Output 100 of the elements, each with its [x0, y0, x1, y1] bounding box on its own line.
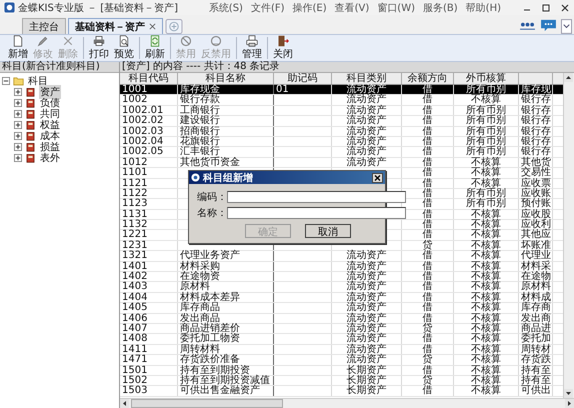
- table-row[interactable]: 1471 存货跌价准备 流动资产 贷 不核算 存货跌: [120, 355, 563, 366]
- column-header[interactable]: 外币核算: [454, 73, 519, 84]
- menu-item[interactable]: 文件(F): [250, 0, 285, 14]
- table-row[interactable]: 1002.02 建设银行 流动资产 借 所有币别 银行存: [120, 116, 563, 127]
- table-row[interactable]: 1403 原材料 流动资产 借 不核算 原材料: [120, 282, 563, 293]
- table-row[interactable]: 1002.03 招商银行 流动资产 借 所有币别 银行存: [120, 126, 563, 137]
- menu-item[interactable]: 查看(V): [334, 0, 370, 14]
- toolbar-button[interactable]: 打印: [87, 35, 111, 61]
- table-cell: 其他应: [521, 229, 551, 240]
- table-cell: 1321: [122, 250, 148, 262]
- exit-door-icon: [277, 35, 289, 47]
- table-row[interactable]: 1406 发出商品 流动资产 借 不核算 发出商: [120, 314, 563, 324]
- table-cell: 1101: [122, 167, 148, 178]
- expand-icon[interactable]: [14, 88, 22, 96]
- table-cell: 材料成: [521, 292, 551, 303]
- table-cell: 1471: [122, 354, 148, 366]
- dialog-button[interactable]: 取消: [305, 224, 351, 238]
- table-cell: 原材料: [180, 281, 210, 292]
- close-icon[interactable]: [560, 2, 570, 12]
- toolbar-button[interactable]: 刷新: [143, 35, 167, 61]
- dropdown-icon[interactable]: [561, 19, 572, 34]
- collapse-icon[interactable]: [2, 77, 10, 85]
- tree-item[interactable]: 权益: [39, 118, 61, 132]
- table-cell: 工商银行: [180, 104, 220, 116]
- scroll-thumb[interactable]: [131, 399, 283, 408]
- toolbar-button[interactable]: 预览: [112, 35, 136, 61]
- table-cell: 借: [422, 94, 432, 106]
- table-cell: 1002.03: [122, 126, 164, 137]
- expand-icon[interactable]: [14, 99, 22, 107]
- expand-icon[interactable]: [14, 154, 22, 162]
- column-header[interactable]: 科目名称: [178, 73, 274, 84]
- tab[interactable]: 主控台: [22, 18, 66, 34]
- expand-icon[interactable]: [14, 110, 22, 118]
- expand-icon[interactable]: [14, 121, 22, 129]
- tree-item[interactable]: 负债: [39, 96, 61, 110]
- table-row[interactable]: 1002 银行存款 流动资产 借 不核算 银行存: [120, 95, 563, 106]
- toolbar-button[interactable]: 关闭: [271, 35, 295, 61]
- table-cell: 不核算: [471, 250, 501, 262]
- table-cell: 所有币别: [466, 126, 506, 137]
- chat-icon[interactable]: [540, 19, 557, 32]
- maximize-icon[interactable]: [541, 2, 551, 12]
- close-icon[interactable]: [372, 172, 383, 182]
- tree-item[interactable]: 表外: [39, 151, 61, 165]
- scroll-left-icon[interactable]: [120, 399, 129, 408]
- menu-item[interactable]: 系统(S): [208, 0, 243, 14]
- table-cell: 不核算: [471, 167, 501, 178]
- expand-icon[interactable]: [14, 143, 22, 151]
- menu-item[interactable]: 操作(E): [292, 0, 327, 14]
- table-cell: 1401: [122, 260, 148, 272]
- scroll-down-icon[interactable]: [564, 389, 573, 398]
- expand-icon[interactable]: [14, 132, 22, 140]
- horizontal-scrollbar[interactable]: [120, 398, 574, 408]
- table-cell: 流动资产: [346, 281, 386, 292]
- table-row[interactable]: 1001 库存现金 01 流动资产 借 所有币别 库存现: [120, 85, 563, 96]
- table-cell: 流动资产: [346, 84, 386, 95]
- close-icon[interactable]: [149, 23, 156, 30]
- table-cell: 原材料: [521, 281, 551, 292]
- table-cell: 银行存: [521, 115, 551, 126]
- table-cell: 商品进销差价: [180, 322, 240, 334]
- table-cell: 不核算: [471, 292, 501, 303]
- input-field[interactable]: [227, 191, 406, 203]
- toolbar-button[interactable]: 新增: [6, 35, 30, 61]
- table-cell: 持有至到期投资: [180, 364, 250, 376]
- table-cell: 建设银行: [180, 115, 220, 126]
- scroll-right-icon[interactable]: [565, 399, 574, 408]
- table-cell: 01: [276, 84, 289, 95]
- table-cell: 不核算: [471, 312, 501, 324]
- table-row[interactable]: 1002.05 汇丰银行 流动资产 借 所有币别 银行存: [120, 147, 563, 158]
- menu-item[interactable]: 窗口(W): [377, 0, 415, 14]
- tree-item[interactable]: 损益: [39, 140, 61, 154]
- tab[interactable]: 基础资料－资产: [68, 18, 163, 34]
- table-cell: 花旗银行: [180, 136, 220, 147]
- input-field[interactable]: [227, 207, 406, 219]
- toolbar-button[interactable]: 管理: [240, 35, 264, 61]
- table-row[interactable]: 1321 代理业务资产 流动资产 借 不核算 代理业: [120, 251, 563, 262]
- tree-item[interactable]: 共同: [39, 107, 61, 121]
- table-cell: 借: [422, 167, 432, 178]
- column-header[interactable]: 科目类别: [332, 73, 402, 84]
- table-cell: 借: [422, 229, 432, 240]
- table-cell: 不核算: [471, 260, 501, 272]
- field-label: 名称：: [197, 207, 227, 220]
- column-header[interactable]: 助记码: [274, 73, 332, 84]
- tree-item[interactable]: 成本: [39, 129, 61, 143]
- scroll-up-icon[interactable]: [564, 73, 573, 82]
- table-cell: 流动资产: [346, 344, 386, 355]
- column-header[interactable]: 科目代码: [120, 73, 178, 84]
- table-row[interactable]: 1503 可供出售金融资产 长期资产 借 不核算 可供出: [120, 386, 563, 397]
- table-row[interactable]: 1408 委托加工物资 流动资产 借 不核算 委托加: [120, 334, 563, 345]
- table-cell: 流动资产: [346, 146, 386, 158]
- tree-item[interactable]: 资产: [39, 85, 61, 99]
- table-row[interactable]: 1501 持有至到期投资 长期资产 借 不核算 持有至: [120, 366, 563, 376]
- menu-item[interactable]: 服务(B): [423, 0, 458, 14]
- table-cell: 不核算: [471, 208, 501, 220]
- table-cell: 代理业: [521, 250, 551, 262]
- table-row[interactable]: 1405 库存商品 流动资产 借 不核算 库存商: [120, 303, 563, 314]
- vertical-scrollbar[interactable]: [563, 73, 574, 398]
- menu-item[interactable]: 帮助(H): [466, 0, 501, 14]
- app-logo-icon: [191, 173, 200, 182]
- book-icon: [25, 98, 36, 108]
- tree-item[interactable]: 科目: [27, 74, 49, 88]
